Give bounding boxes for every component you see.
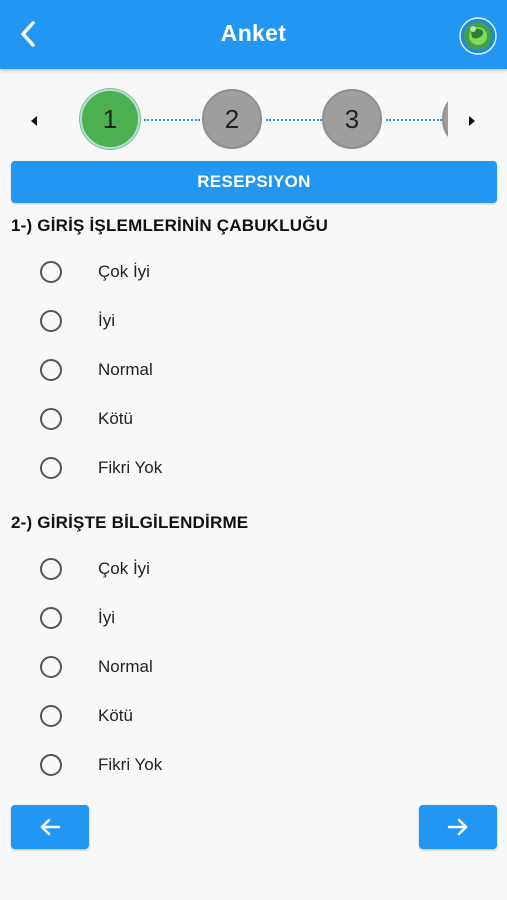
step-1[interactable]: 1 <box>80 89 140 149</box>
radio-button[interactable] <box>40 705 62 727</box>
radio-button[interactable] <box>40 656 62 678</box>
option-label: Normal <box>98 360 153 379</box>
question-title: 1-) GİRİŞ İŞLEMLERİNİN ÇABUKLUĞU <box>11 216 329 235</box>
option-label: Fikri Yok <box>98 458 163 477</box>
radio-option[interactable]: Çok İyi <box>40 549 460 589</box>
radio-button[interactable] <box>40 359 62 381</box>
radio-option[interactable]: Fikri Yok <box>40 448 460 488</box>
caret-right-icon <box>469 116 475 126</box>
option-label: Normal <box>98 657 153 676</box>
radio-button[interactable] <box>40 558 62 580</box>
radio-button[interactable] <box>40 261 62 283</box>
radio-button[interactable] <box>40 457 62 479</box>
option-label: Çok İyi <box>98 559 150 578</box>
option-label: İyi <box>98 608 115 627</box>
step-indicator: 1 2 3 4 <box>0 86 507 156</box>
stepper-next-button[interactable] <box>462 111 482 131</box>
radio-option[interactable]: Çok İyi <box>40 252 460 292</box>
step-connector <box>266 119 322 121</box>
arrow-right-icon <box>447 818 468 836</box>
step-label: 1 <box>102 103 118 134</box>
step-2[interactable]: 2 <box>202 89 262 149</box>
step-3[interactable]: 3 <box>322 89 382 149</box>
question-title: 2-) GİRİŞTE BİLGİLENDİRME <box>11 513 249 532</box>
radio-option[interactable]: Normal <box>40 647 460 687</box>
option-label: İyi <box>98 311 115 330</box>
option-label: Kötü <box>98 706 133 725</box>
radio-button[interactable] <box>40 310 62 332</box>
page-title: Anket <box>220 20 287 46</box>
radio-option[interactable]: Normal <box>40 350 460 390</box>
arrow-left-icon <box>40 818 61 836</box>
step-label: 2 <box>224 103 240 134</box>
step-4[interactable]: 4 <box>442 89 448 149</box>
step-label: 3 <box>344 103 360 134</box>
radio-option[interactable]: İyi <box>40 598 460 638</box>
step-connector <box>144 119 200 121</box>
radio-option[interactable]: İyi <box>40 301 460 341</box>
step-connector <box>386 119 442 121</box>
radio-button[interactable] <box>40 754 62 776</box>
previous-page-button[interactable] <box>11 805 89 849</box>
radio-option[interactable]: Kötü <box>40 696 460 736</box>
globe-icon[interactable] <box>458 16 498 56</box>
steps-track: 1 2 3 4 <box>76 86 448 156</box>
option-label: Fikri Yok <box>98 755 163 774</box>
radio-button[interactable] <box>40 408 62 430</box>
radio-option[interactable]: Fikri Yok <box>40 745 460 785</box>
option-label: Kötü <box>98 409 133 428</box>
radio-button[interactable] <box>40 607 62 629</box>
app-bar: Anket <box>0 0 507 69</box>
caret-left-icon <box>31 116 37 126</box>
next-page-button[interactable] <box>419 805 497 849</box>
option-label: Çok İyi <box>98 262 150 281</box>
stepper-prev-button[interactable] <box>24 111 44 131</box>
section-header-button[interactable]: RESEPSIYON <box>11 161 497 203</box>
radio-option[interactable]: Kötü <box>40 399 460 439</box>
